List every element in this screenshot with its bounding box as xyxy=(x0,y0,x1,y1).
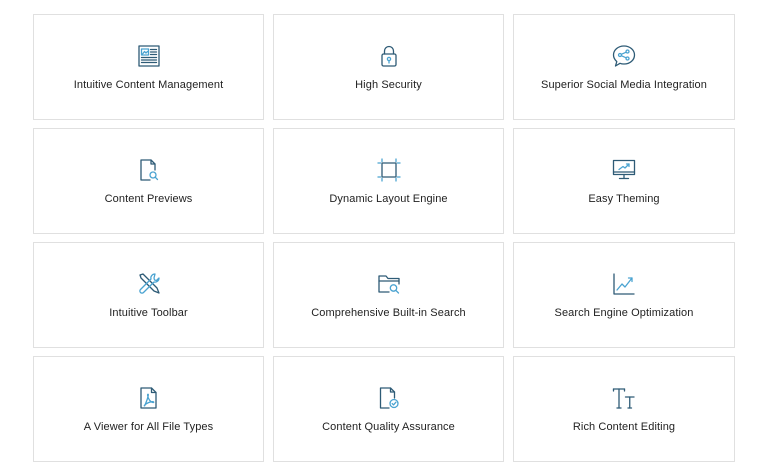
feature-card-high-security[interactable]: High Security xyxy=(273,14,504,120)
share-bubble-icon xyxy=(611,43,637,69)
document-search-icon xyxy=(136,157,162,183)
feature-card-easy-theming[interactable]: Easy Theming xyxy=(513,128,735,234)
layout-crop-icon xyxy=(376,157,402,183)
feature-label: Comprehensive Built-in Search xyxy=(311,307,466,319)
content-management-icon xyxy=(136,43,162,69)
tools-icon xyxy=(136,271,162,297)
growth-chart-icon xyxy=(611,271,637,297)
folder-search-icon xyxy=(376,271,402,297)
feature-label: High Security xyxy=(355,79,422,91)
feature-card-file-viewer[interactable]: A Viewer for All File Types xyxy=(33,356,264,462)
feature-label: Intuitive Toolbar xyxy=(109,307,188,319)
feature-card-quality-assurance[interactable]: Content Quality Assurance xyxy=(273,356,504,462)
feature-label: Rich Content Editing xyxy=(572,421,676,433)
feature-card-dynamic-layout[interactable]: Dynamic Layout Engine xyxy=(273,128,504,234)
feature-card-social-media[interactable]: Superior Social Media Integration xyxy=(513,14,735,120)
lock-icon xyxy=(376,43,402,69)
feature-label: A Viewer for All File Types xyxy=(83,421,214,433)
feature-label: Intuitive Content Management xyxy=(73,79,224,91)
pdf-file-icon xyxy=(136,385,162,411)
feature-card-content-management[interactable]: Intuitive Content Management xyxy=(33,14,264,120)
feature-label: Search Engine Optimization xyxy=(554,307,694,319)
feature-label: Dynamic Layout Engine xyxy=(329,193,448,205)
text-size-icon xyxy=(611,385,637,411)
feature-label: Superior Social Media Integration xyxy=(541,79,707,91)
feature-card-seo[interactable]: Search Engine Optimization xyxy=(513,242,735,348)
monitor-icon xyxy=(611,157,637,183)
feature-label: Content Previews xyxy=(104,193,193,205)
feature-grid: Intuitive Content Management High Securi… xyxy=(33,14,735,462)
document-check-icon xyxy=(376,385,402,411)
feature-card-content-previews[interactable]: Content Previews xyxy=(33,128,264,234)
feature-card-built-in-search[interactable]: Comprehensive Built-in Search xyxy=(273,242,504,348)
feature-card-rich-editing[interactable]: Rich Content Editing xyxy=(513,356,735,462)
feature-card-intuitive-toolbar[interactable]: Intuitive Toolbar xyxy=(33,242,264,348)
feature-label: Easy Theming xyxy=(588,193,660,205)
feature-label: Content Quality Assurance xyxy=(322,421,455,433)
